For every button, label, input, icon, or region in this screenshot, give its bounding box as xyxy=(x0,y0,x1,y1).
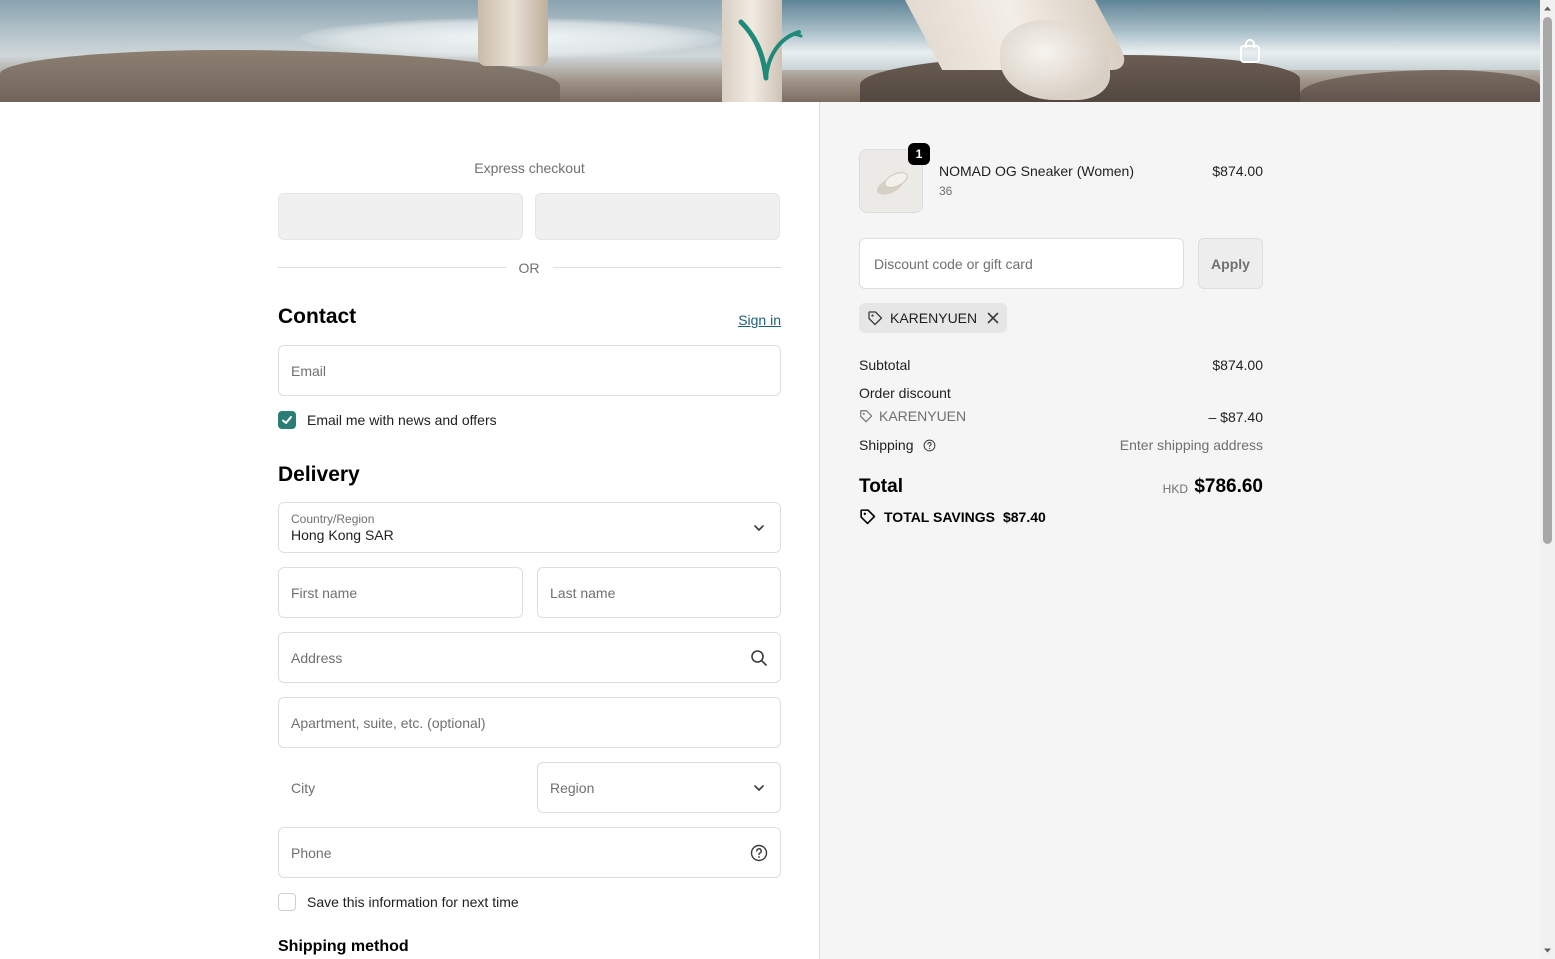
product-price: $874.00 xyxy=(1212,163,1263,179)
banner-legs xyxy=(478,0,548,66)
express-checkout-label: Express checkout xyxy=(474,160,585,176)
sign-in-link[interactable]: Sign in xyxy=(700,312,781,328)
region-select[interactable]: Region xyxy=(537,762,781,813)
product-variant: 36 xyxy=(939,184,953,198)
last-name-field[interactable] xyxy=(537,567,781,618)
applied-code-chip: KARENYUEN xyxy=(859,303,1008,333)
city-field[interactable] xyxy=(278,762,523,813)
tag-icon xyxy=(860,410,873,423)
tag-icon xyxy=(860,509,876,525)
subtotal-label: Subtotal xyxy=(859,357,911,373)
close-icon[interactable] xyxy=(987,312,999,324)
total-savings-value: $87.40 xyxy=(1002,508,1046,525)
scroll-down-arrow-icon[interactable] xyxy=(1543,946,1552,955)
discount-code-input[interactable] xyxy=(872,254,1171,273)
divider xyxy=(553,267,781,268)
first-name-field[interactable] xyxy=(278,567,523,618)
shipping-method-heading: Shipping method xyxy=(278,938,409,955)
news-offers-checkbox-row[interactable]: Email me with news and offers xyxy=(278,411,497,429)
email-field[interactable] xyxy=(278,345,781,396)
shipping-label: Shipping xyxy=(859,437,914,453)
banner-rock xyxy=(0,50,560,102)
search-icon[interactable] xyxy=(750,649,768,667)
express-pay-button-2[interactable] xyxy=(535,193,780,240)
checkout-form-panel: Express checkout OR Contact Sign in Emai… xyxy=(0,102,819,959)
address-field[interactable] xyxy=(278,632,781,683)
apply-discount-button[interactable]: Apply xyxy=(1198,238,1263,289)
help-circle-icon[interactable] xyxy=(750,844,768,862)
phone-input[interactable] xyxy=(291,844,768,861)
save-info-label: Save this information for next time xyxy=(307,894,519,910)
order-summary-panel: 1 NOMAD OG Sneaker (Women) 36 $874.00 Ap… xyxy=(819,102,1540,959)
total-savings-row: TOTAL SAVINGS $87.40 xyxy=(859,508,1046,525)
apartment-input[interactable] xyxy=(291,714,768,731)
subtotal-value: $874.00 xyxy=(1212,357,1263,373)
address-input[interactable] xyxy=(291,649,768,666)
banner-rock xyxy=(1300,70,1540,102)
contact-heading: Contact xyxy=(278,305,357,328)
news-offers-checkbox[interactable] xyxy=(278,411,296,429)
news-offers-label: Email me with news and offers xyxy=(307,412,497,428)
discount-value: – $87.40 xyxy=(1208,409,1264,425)
divider xyxy=(278,267,506,268)
page-scrollbar[interactable] xyxy=(1540,0,1555,959)
phone-field[interactable] xyxy=(278,827,781,878)
discount-code-field[interactable] xyxy=(859,238,1184,289)
discount-code-label: KARENYUEN xyxy=(879,408,967,424)
shipping-value: Enter shipping address xyxy=(1119,437,1263,453)
discount-code-row: KARENYUEN xyxy=(859,408,966,424)
order-discount-label: Order discount xyxy=(859,385,951,401)
shopping-bag-icon[interactable] xyxy=(1238,38,1262,64)
total-label: Total xyxy=(859,476,903,497)
scrollbar-thumb[interactable] xyxy=(1543,17,1552,544)
apartment-field[interactable] xyxy=(278,697,781,748)
first-name-input[interactable] xyxy=(291,584,510,601)
express-pay-button-1[interactable] xyxy=(278,193,523,240)
city-input[interactable] xyxy=(289,778,523,797)
total-savings-label: TOTAL SAVINGS xyxy=(884,508,995,525)
chevron-down-icon xyxy=(754,784,764,791)
save-info-checkbox[interactable] xyxy=(278,893,296,911)
country-region-value: Hong Kong SAR xyxy=(291,527,394,543)
save-info-checkbox-row[interactable]: Save this information for next time xyxy=(278,893,519,911)
email-input[interactable] xyxy=(291,362,768,379)
delivery-heading: Delivery xyxy=(278,463,360,486)
or-divider-label: OR xyxy=(518,260,540,276)
checkmark-icon xyxy=(282,416,292,424)
help-circle-icon[interactable] xyxy=(923,439,936,452)
scroll-up-arrow-icon[interactable] xyxy=(1543,4,1552,13)
country-region-select[interactable]: Country/Region Hong Kong SAR xyxy=(278,502,781,553)
product-name: NOMAD OG Sneaker (Women) xyxy=(939,163,1135,179)
quantity-badge: 1 xyxy=(908,143,930,165)
region-placeholder: Region xyxy=(550,779,595,796)
country-region-label: Country/Region xyxy=(291,512,375,526)
brand-leaf-logo-icon[interactable] xyxy=(735,16,805,82)
total-value: $786.60 xyxy=(1194,476,1263,497)
chevron-down-icon xyxy=(754,524,764,531)
header-banner xyxy=(0,0,1540,102)
applied-code-label: KARENYUEN xyxy=(890,310,978,326)
shipping-label-row: Shipping xyxy=(859,437,936,453)
last-name-input[interactable] xyxy=(550,584,768,601)
tag-icon xyxy=(868,311,883,326)
